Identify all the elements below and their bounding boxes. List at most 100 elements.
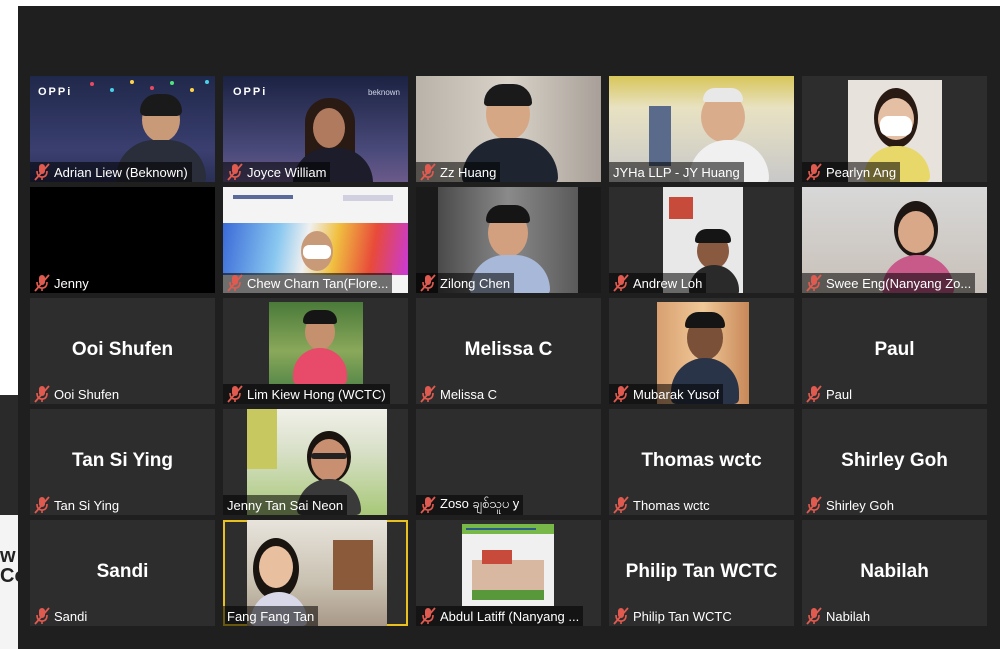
participant-name: Paul (826, 386, 853, 402)
participant-name-bar: Chew Charn Tan(Flore... (223, 273, 393, 293)
participant-name-bar: Paul (802, 384, 856, 404)
participant-tile[interactable]: Nabilah Nabilah (802, 520, 987, 626)
participant-display-name: Paul (874, 339, 915, 360)
participant-name-bar: Pearlyn Ang (802, 162, 901, 182)
participant-tile[interactable]: Ooi Shufen Ooi Shufen (30, 298, 215, 404)
participant-tile[interactable]: Swee Eng(Nanyang Zo... (802, 187, 987, 293)
participant-name-bar: Nabilah (802, 606, 874, 626)
participant-name-bar: Mubarak Yusof (609, 384, 724, 404)
participant-name-bar: Thomas wctc (609, 495, 714, 515)
participant-tile[interactable]: Zoso ချစ်သူပ y (416, 409, 601, 515)
participant-tile[interactable]: Philip Tan WCTC Philip Tan WCTC (609, 520, 794, 626)
participant-name-bar: Sandi (30, 606, 91, 626)
participant-name-bar: Zilong Chen (416, 273, 515, 293)
participant-tile[interactable]: Melissa C Melissa C (416, 298, 601, 404)
participant-tile[interactable]: Thomas wctc Thomas wctc (609, 409, 794, 515)
participant-name: Swee Eng(Nanyang Zo... (826, 275, 972, 291)
mic-muted-icon (420, 607, 436, 625)
participant-name: Chew Charn Tan(Flore... (247, 275, 389, 291)
participant-name-bar: Philip Tan WCTC (609, 606, 736, 626)
participant-name: Zoso ချစ်သူပ y (440, 495, 520, 511)
participant-name: Philip Tan WCTC (633, 608, 732, 624)
participant-display-name: Philip Tan WCTC (625, 561, 778, 582)
mic-muted-icon (420, 274, 436, 292)
participant-display-name: Shirley Goh (841, 450, 948, 471)
mic-muted-icon (420, 496, 436, 514)
participant-name-bar: Shirley Goh (802, 495, 898, 515)
participant-name: Adrian Liew (Beknown) (54, 164, 188, 180)
participant-name: Joyce William (247, 164, 327, 180)
mic-muted-icon (227, 385, 243, 403)
participant-name-bar: Zoso ချစ်သူပ y (416, 495, 524, 515)
participant-tile-active-speaker[interactable]: Fang Fang Tan (223, 520, 408, 626)
mic-muted-icon (420, 163, 436, 181)
participant-gallery: OPPi Adrian Liew (Beknown) OPPi beknown … (30, 76, 988, 626)
beknown-logo: beknown (367, 88, 400, 97)
mic-muted-icon (420, 385, 436, 403)
participant-name-bar: Joyce William (223, 162, 331, 182)
mic-muted-icon (613, 607, 629, 625)
mic-muted-icon (806, 385, 822, 403)
participant-tile[interactable]: Jenny (30, 187, 215, 293)
participant-tile[interactable]: Jenny Tan Sai Neon (223, 409, 408, 515)
participant-name: Jenny (54, 275, 89, 291)
side-text-line1: w (0, 545, 16, 567)
participant-name: Ooi Shufen (54, 386, 120, 402)
participant-name-bar: Jenny Tan Sai Neon (223, 495, 348, 515)
participant-name-bar: Lim Kiew Hong (WCTC) (223, 384, 390, 404)
participant-name: Shirley Goh (826, 497, 894, 513)
participant-name-bar: Andrew Loh (609, 273, 707, 293)
mic-muted-icon (34, 163, 50, 181)
mic-muted-icon (806, 496, 822, 514)
participant-name: Tan Si Ying (54, 497, 120, 513)
participant-tile[interactable]: Lim Kiew Hong (WCTC) (223, 298, 408, 404)
participant-display-name: Melissa C (464, 339, 553, 360)
participant-tile[interactable]: Zz Huang (416, 76, 601, 182)
participant-name: Thomas wctc (633, 497, 710, 513)
participant-tile[interactable]: Chew Charn Tan(Flore... (223, 187, 408, 293)
mic-muted-icon (806, 163, 822, 181)
participant-tile[interactable]: JYHa LLP - JY Huang (609, 76, 794, 182)
participant-name: Abdul Latiff (Nanyang ... (440, 608, 580, 624)
oppi-logo: OPPi (38, 86, 73, 98)
participant-display-name: Nabilah (860, 561, 929, 582)
mic-muted-icon (613, 385, 629, 403)
participant-name-bar: Swee Eng(Nanyang Zo... (802, 273, 976, 293)
participant-display-name: Thomas wctc (641, 450, 762, 471)
participant-name-bar: Fang Fang Tan (223, 606, 319, 626)
mic-muted-icon (34, 385, 50, 403)
participant-tile[interactable]: Andrew Loh (609, 187, 794, 293)
participant-name-bar: Melissa C (416, 384, 501, 404)
mic-muted-icon (613, 496, 629, 514)
participant-display-name: Sandi (96, 561, 149, 582)
participant-tile[interactable]: Tan Si Ying Tan Si Ying (30, 409, 215, 515)
participant-name: Melissa C (440, 386, 498, 402)
participant-display-name: Ooi Shufen (71, 339, 174, 360)
participant-tile[interactable]: Zilong Chen (416, 187, 601, 293)
participant-name-bar: Ooi Shufen (30, 384, 123, 404)
participant-tile[interactable]: Pearlyn Ang (802, 76, 987, 182)
participant-name-bar: JYHa LLP - JY Huang (609, 162, 744, 182)
participant-tile[interactable]: OPPi Adrian Liew (Beknown) (30, 76, 215, 182)
participant-tile[interactable]: Abdul Latiff (Nanyang ... (416, 520, 601, 626)
participant-name-bar: Zz Huang (416, 162, 501, 182)
participant-tile[interactable]: Paul Paul (802, 298, 987, 404)
participant-name: Jenny Tan Sai Neon (227, 497, 344, 513)
participant-name: JYHa LLP - JY Huang (613, 164, 740, 180)
participant-name: Mubarak Yusof (633, 386, 720, 402)
participant-name: Zilong Chen (440, 275, 511, 291)
participant-tile[interactable]: Mubarak Yusof (609, 298, 794, 404)
participant-tile[interactable]: Sandi Sandi (30, 520, 215, 626)
participant-name: Pearlyn Ang (826, 164, 897, 180)
mic-muted-icon (34, 496, 50, 514)
participant-tile[interactable]: Shirley Goh Shirley Goh (802, 409, 987, 515)
mic-muted-icon (227, 163, 243, 181)
participant-name: Nabilah (826, 608, 871, 624)
participant-name: Fang Fang Tan (227, 608, 315, 624)
participant-name-bar: Tan Si Ying (30, 495, 123, 515)
mic-muted-icon (806, 274, 822, 292)
participant-name: Zz Huang (440, 164, 497, 180)
participant-tile[interactable]: OPPi beknown Joyce William (223, 76, 408, 182)
participant-name: Lim Kiew Hong (WCTC) (247, 386, 386, 402)
participant-name-bar: Jenny (30, 273, 93, 293)
